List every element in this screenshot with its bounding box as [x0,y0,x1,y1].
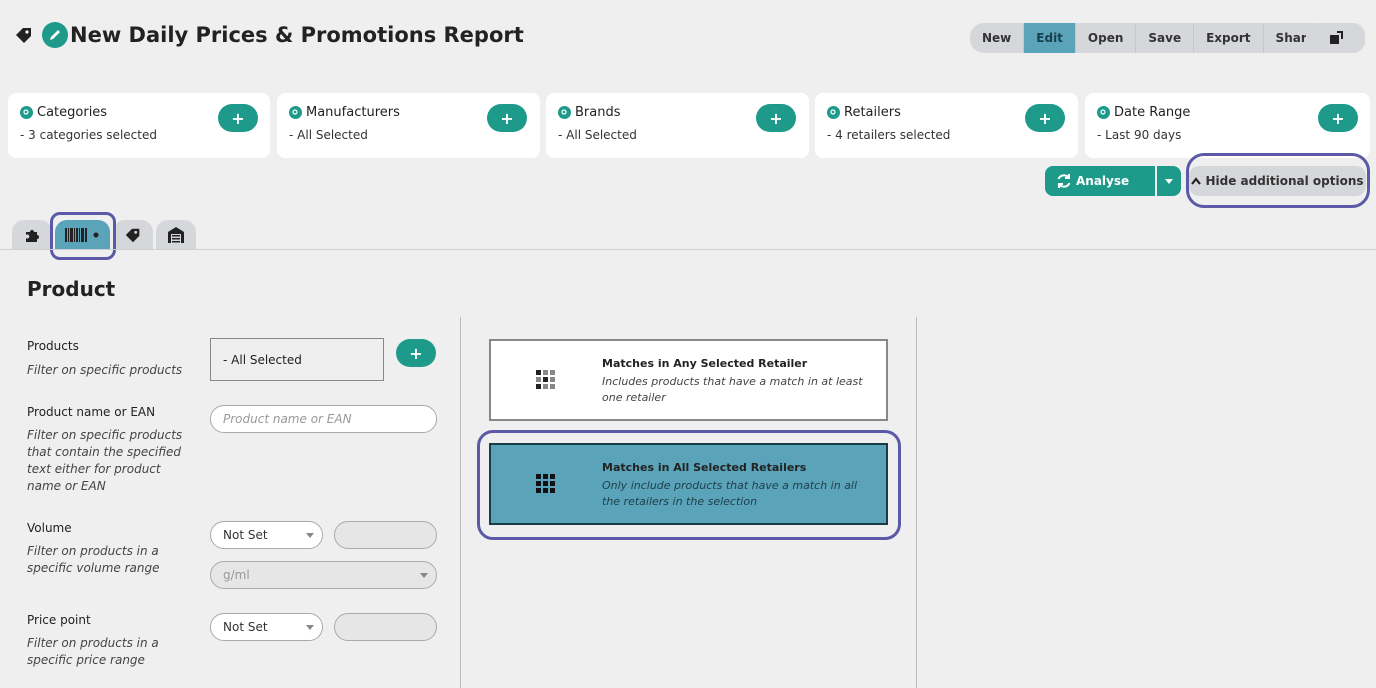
filter-card-brands[interactable]: Brands - All Selected + [546,93,809,158]
edit-icon[interactable] [42,22,68,48]
open-button[interactable]: Open [1076,23,1137,53]
store-icon [168,227,184,243]
search-icon [558,106,571,119]
match-any-retailer-option[interactable]: Matches in Any Selected Retailer Include… [489,339,888,421]
new-button[interactable]: New [970,23,1025,53]
tab-retailer[interactable] [156,220,196,250]
price-select-value: Not Set [223,620,268,634]
toolbar: New Edit Open Save Export Share [970,23,1327,53]
tab-general[interactable] [12,220,52,250]
sign-in-button[interactable] [1306,23,1365,53]
barcode-icon [64,228,98,242]
tag-icon [16,28,31,43]
price-desc: Filter on products in a specific price r… [27,636,159,667]
hide-options-label: Hide additional options [1205,174,1364,188]
option-title: Matches in Any Selected Retailer [602,357,808,370]
search-icon [20,106,33,119]
filter-value: - All Selected [558,128,637,142]
filter-value: - All Selected [289,128,368,142]
option-title: Matches in All Selected Retailers [602,461,807,474]
option-desc: Only include products that have a match … [602,479,858,508]
caret-down-icon [306,533,314,538]
analyse-label: Analyse [1076,174,1130,188]
volume-select-value: Not Set [223,528,268,542]
add-brands-button[interactable]: + [756,104,796,132]
refresh-icon [1057,174,1071,188]
filter-title: Categories [37,105,108,120]
volume-value-input[interactable] [334,521,437,549]
analyse-button-group: Analyse [1045,166,1181,196]
save-button[interactable]: Save [1136,23,1195,53]
volume-unit-value: g/ml [223,568,250,582]
chevron-up-icon [1191,177,1202,185]
match-all-retailers-option[interactable]: Matches in All Selected Retailers Only i… [489,443,888,525]
filter-title: Manufacturers [306,105,400,120]
add-products-button[interactable]: + [396,339,436,367]
add-retailers-button[interactable]: + [1025,104,1065,132]
title-bar: New Daily Prices & Promotions Report [14,22,524,48]
filter-card-date-range[interactable]: Date Range - Last 90 days + [1085,93,1370,158]
page-title: New Daily Prices & Promotions Report [70,23,524,47]
products-selection[interactable]: - All Selected [210,338,384,381]
hide-additional-options-button[interactable]: Hide additional options [1189,166,1366,196]
filter-value: - 4 retailers selected [827,128,951,142]
puzzle-icon [26,230,39,242]
filter-card-manufacturers[interactable]: Manufacturers - All Selected + [277,93,540,158]
tab-bar [12,220,199,250]
column-divider [916,317,917,688]
volume-desc: Filter on products in a specific volume … [27,544,160,575]
grid-full-icon [536,474,555,493]
grid-partial-icon [536,370,555,389]
export-button[interactable]: Export [1194,23,1264,53]
name-ean-label: Product name or EAN [27,405,156,419]
volume-select[interactable]: Not Set [210,521,323,549]
search-icon [827,106,840,119]
volume-label: Volume [27,521,72,535]
products-label: Products [27,339,79,353]
filter-value: - Last 90 days [1097,128,1182,142]
analyse-dropdown-button[interactable] [1157,166,1181,196]
add-date-range-button[interactable]: + [1318,104,1358,132]
tag-icon [125,228,140,243]
edit-button[interactable]: Edit [1024,23,1076,53]
filter-title: Date Range [1114,105,1191,120]
filter-card-categories[interactable]: Categories - 3 categories selected + [8,93,270,158]
products-desc: Filter on specific products [27,363,183,377]
product-name-ean-input[interactable]: Product name or EAN [210,405,437,433]
filter-value: - 3 categories selected [20,128,157,142]
tab-product[interactable] [55,220,110,250]
name-ean-desc: Filter on specific products that contain… [27,428,183,493]
filter-title: Retailers [844,105,901,120]
search-icon [289,106,302,119]
volume-unit-select: g/ml [210,561,437,589]
analyse-button[interactable]: Analyse [1045,166,1155,196]
price-value-input[interactable] [334,613,437,641]
sign-in-icon [1329,31,1343,44]
search-icon [1097,106,1110,119]
filter-card-retailers[interactable]: Retailers - 4 retailers selected + [815,93,1078,158]
caret-down-icon [420,573,428,578]
price-label: Price point [27,613,91,627]
filter-title: Brands [575,105,621,120]
column-divider [460,317,461,688]
caret-down-icon [306,625,314,630]
caret-down-icon [1165,178,1173,184]
add-manufacturers-button[interactable]: + [487,104,527,132]
price-select[interactable]: Not Set [210,613,323,641]
tab-divider [0,249,1376,250]
tab-pricing[interactable] [113,220,153,250]
section-title: Product [27,277,116,301]
option-desc: Includes products that have a match in a… [602,375,863,404]
add-categories-button[interactable]: + [218,104,258,132]
